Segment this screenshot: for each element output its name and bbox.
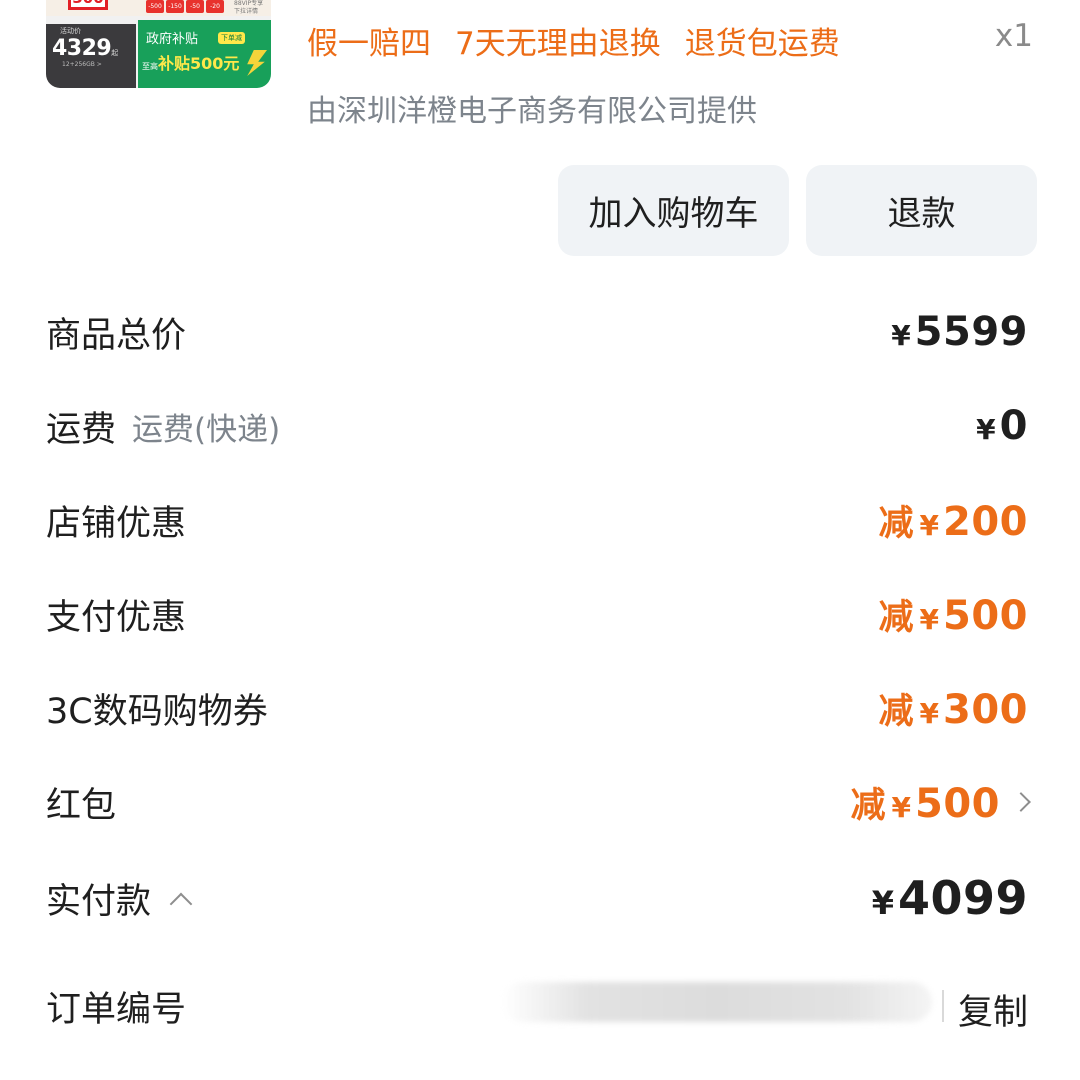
chevron-up-icon[interactable] xyxy=(169,892,193,916)
currency-symbol: ¥ xyxy=(919,602,939,636)
goods-total-label: 商品总价 xyxy=(46,315,187,356)
thumb-vip-text: 88VIP专享 下拉详情 xyxy=(234,0,264,15)
red-packet-amount: 500 xyxy=(915,780,1000,827)
row-red-packet[interactable]: 红包 减 ¥ 500 xyxy=(46,772,1031,832)
row-goods-total: 商品总价 ¥ 5599 xyxy=(46,302,1028,362)
discount-prefix: 减 xyxy=(850,785,886,826)
thumb-price: 4329起 xyxy=(52,36,118,61)
product-quantity: x1 xyxy=(994,18,1033,54)
discount-prefix: 减 xyxy=(878,691,914,732)
thumb-price-unit: 起 xyxy=(111,49,118,57)
digital-coupon-amount: 300 xyxy=(943,686,1028,733)
digital-coupon-label: 3C数码购物券 xyxy=(46,691,268,732)
currency-symbol: ¥ xyxy=(919,696,939,730)
row-shipping: 运费 运费(快递) ¥ 0 xyxy=(46,396,1028,456)
shipping-label-group: 运费 运费(快递) xyxy=(46,401,280,452)
currency-symbol: ¥ xyxy=(891,790,911,824)
gov-subsidy-title: 政府补贴 xyxy=(146,32,199,47)
thumb-price-value: 4329 xyxy=(52,36,112,61)
gov-subsidy-amount: 补贴500元 xyxy=(158,54,240,73)
shipping-label: 运费 xyxy=(46,409,117,450)
actual-paid-amount: 4099 xyxy=(897,871,1028,925)
row-store-discount: 店铺优惠 减 ¥ 200 xyxy=(46,490,1028,550)
digital-coupon-value: 减 ¥ 300 xyxy=(879,683,1029,734)
shipping-amount: 0 xyxy=(999,403,1028,449)
thumb-coupon: -50 xyxy=(186,0,204,13)
currency-symbol: ¥ xyxy=(871,884,894,922)
row-digital-coupon: 3C数码购物券 减 ¥ 300 xyxy=(46,678,1028,738)
shipping-method: 运费(快递) xyxy=(132,411,281,448)
thumb-gov-subsidy: 政府补贴 下单减 至高补贴500元 xyxy=(138,20,271,88)
refund-button[interactable]: 退款 xyxy=(806,165,1037,256)
thumb-coupons: -500 -150 -50 -20 xyxy=(146,0,224,13)
store-discount-amount: 200 xyxy=(943,498,1028,545)
provider-text: 由深圳洋橙电子商务有限公司提供 xyxy=(307,94,757,129)
payment-discount-label: 支付优惠 xyxy=(46,597,187,638)
lightning-icon xyxy=(247,50,267,76)
currency-symbol: ¥ xyxy=(891,319,911,352)
order-number-label: 订单编号 xyxy=(46,989,187,1030)
red-packet-value: 减 ¥ 500 xyxy=(850,777,1031,828)
thumb-coupon: -150 xyxy=(166,0,184,13)
service-tag: 退货包运费 xyxy=(684,26,840,62)
add-to-cart-button[interactable]: 加入购物车 xyxy=(558,165,789,256)
actual-paid-label-group[interactable]: 实付款 xyxy=(46,873,193,924)
payment-discount-value: 减 ¥ 500 xyxy=(879,589,1029,640)
service-tag: 假一赔四 xyxy=(307,26,431,62)
discount-prefix: 减 xyxy=(878,597,914,638)
store-discount-label: 店铺优惠 xyxy=(46,503,187,544)
goods-total-amount: 5599 xyxy=(914,309,1028,355)
store-discount-value: 减 ¥ 200 xyxy=(879,495,1029,546)
currency-symbol: ¥ xyxy=(919,508,939,542)
gov-subsidy-prefix: 至高 xyxy=(142,62,158,71)
divider xyxy=(942,990,944,1022)
service-tags: 假一赔四 7天无理由退换 退货包运费 xyxy=(307,18,840,63)
order-number-redacted xyxy=(502,982,932,1022)
gov-subsidy-badge: 下单减 xyxy=(218,32,245,44)
gov-subsidy-text: 至高补贴500元 xyxy=(142,50,239,74)
service-tag: 7天无理由退换 xyxy=(455,26,661,62)
thumb-coupon: -20 xyxy=(206,0,224,13)
row-payment-discount: 支付优惠 减 ¥ 500 xyxy=(46,584,1028,644)
actual-paid-value: ¥ 4099 xyxy=(872,871,1028,925)
thumb-price-label: 活动价 xyxy=(60,27,81,35)
chevron-right-icon[interactable] xyxy=(1011,791,1031,812)
payment-discount-amount: 500 xyxy=(943,592,1028,639)
row-actual-paid: 实付款 ¥ 4099 xyxy=(46,868,1028,928)
product-thumbnail[interactable]: 300 -500 -150 -50 -20 88VIP专享 下拉详情 活动价 4… xyxy=(46,0,271,88)
order-detail-page: 300 -500 -150 -50 -20 88VIP专享 下拉详情 活动价 4… xyxy=(0,0,1080,1080)
currency-symbol: ¥ xyxy=(976,413,996,446)
shipping-value: ¥ 0 xyxy=(976,403,1028,449)
discount-prefix: 减 xyxy=(878,503,914,544)
thumb-coupon-tag: 300 xyxy=(68,0,108,10)
goods-total-value: ¥ 5599 xyxy=(891,309,1028,355)
red-packet-label: 红包 xyxy=(46,785,117,826)
thumb-coupon: -500 xyxy=(146,0,164,13)
thumb-spec: 12+256GB > xyxy=(62,61,102,68)
actual-paid-label: 实付款 xyxy=(46,881,152,922)
copy-button[interactable]: 复制 xyxy=(958,984,1028,1035)
